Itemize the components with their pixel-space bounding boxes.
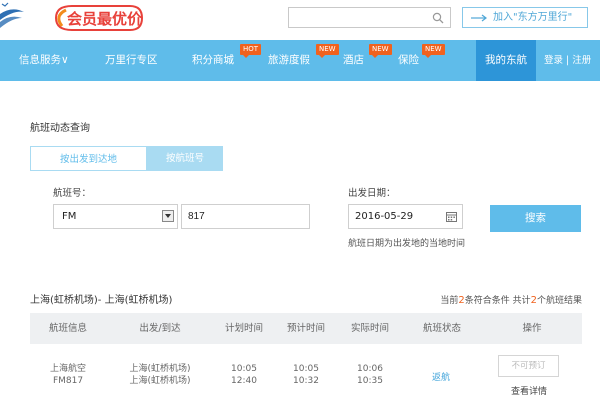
- departure-airport: 上海(虹桥机场): [129, 364, 191, 374]
- nav-item-hotel[interactable]: 酒店: [343, 40, 364, 81]
- summary-prefix: 当前: [440, 296, 459, 306]
- column-header: 预计时间: [286, 323, 325, 334]
- hot-badge: HOT: [240, 44, 262, 58]
- flight-status-link[interactable]: 返航: [432, 370, 450, 383]
- column-header: 航班信息: [48, 323, 87, 334]
- book-unavailable-button[interactable]: 不可预订: [498, 355, 559, 377]
- results-table-header: 航班信息 出发/到达 计划时间 预计时间 实际时间 航班状态 操作: [30, 313, 582, 344]
- departure-date-label: 出发日期：: [348, 188, 396, 199]
- nav-item-points-mall[interactable]: 积分商城: [192, 40, 234, 81]
- result-summary: 当前2条符合条件 共计2个航班结果: [440, 293, 582, 306]
- nav-item-insurance[interactable]: 保险: [398, 40, 419, 81]
- flight-code: FM817: [52, 376, 84, 386]
- member-best-price-logo: 会员最优价: [54, 5, 143, 31]
- arrival-airport: 上海(虹桥机场): [129, 376, 191, 386]
- main-nav: 信息服务∨ 万里行专区 积分商城 HOT 旅游度假 NEW 酒店 NEW 保险 …: [0, 40, 600, 81]
- planned-time-cell: 10:05 12:40: [214, 363, 274, 387]
- nav-item-travel[interactable]: 旅游度假: [268, 40, 310, 81]
- search-icon[interactable]: [432, 12, 444, 24]
- actual-time-cell: 10:06 10:35: [338, 363, 402, 387]
- airline-code-value: FM: [62, 211, 77, 222]
- promo-logo-text: 会员最优价: [67, 10, 143, 28]
- login-link[interactable]: 登录: [544, 55, 563, 66]
- date-hint: 航班日期为出发地的当地时间: [348, 239, 466, 249]
- column-header: 出发/到达: [139, 323, 181, 334]
- airline-name: 上海航空: [49, 364, 86, 374]
- column-header: 航班状态: [422, 323, 461, 334]
- summary-middle: 条符合条件 共计: [464, 296, 531, 306]
- join-program-button[interactable]: 加入"东方万里行": [462, 7, 588, 28]
- header: 会员最优价 加入"东方万里行": [0, 0, 600, 37]
- tab-by-flight-number[interactable]: 按航班号: [147, 146, 223, 171]
- airline-code-select[interactable]: FM: [53, 204, 178, 229]
- calendar-icon[interactable]: [446, 212, 457, 222]
- view-details-link[interactable]: 查看详情: [511, 384, 547, 397]
- nav-my-account[interactable]: 我的东航: [476, 40, 536, 81]
- new-badge: NEW: [316, 44, 339, 58]
- new-badge: NEW: [422, 44, 445, 58]
- page-title: 航班动态查询: [30, 123, 90, 134]
- actual-departure: 10:06: [357, 364, 383, 374]
- arrow-right-icon: [471, 14, 487, 22]
- column-header: 计划时间: [224, 323, 263, 334]
- route-cell: 上海(虹桥机场) 上海(虹桥机场): [106, 363, 214, 387]
- flight-number-label: 航班号：: [53, 188, 92, 199]
- nav-item-info-service[interactable]: 信息服务∨: [19, 40, 69, 81]
- departure-date-value: 2016-05-29: [355, 211, 414, 222]
- register-link[interactable]: 注册: [572, 55, 591, 66]
- site-search[interactable]: [288, 7, 451, 28]
- chevron-down-icon[interactable]: [162, 210, 174, 222]
- actual-arrival: 10:35: [357, 376, 383, 386]
- column-header: 操作: [522, 323, 542, 334]
- summary-suffix: 个航班结果: [536, 296, 582, 306]
- result-route-title: 上海(虹桥机场)- 上海(虹桥机场): [30, 295, 173, 306]
- planned-arrival: 12:40: [231, 376, 257, 386]
- search-input[interactable]: [289, 8, 429, 27]
- estimated-departure: 10:05: [293, 364, 319, 374]
- flight-number-input[interactable]: [181, 204, 310, 229]
- tab-by-route[interactable]: 按出发到达地: [30, 146, 147, 171]
- nav-item-miles-zone[interactable]: 万里行专区: [105, 40, 158, 81]
- column-header: 实际时间: [350, 323, 389, 334]
- join-program-label: 加入"东方万里行": [493, 12, 573, 23]
- departure-date-field[interactable]: 2016-05-29: [348, 204, 463, 229]
- estimated-time-cell: 10:05 10:32: [274, 363, 338, 387]
- auth-links: 登录 | 注册: [544, 40, 591, 81]
- brand-logo-icon[interactable]: [0, 0, 24, 37]
- estimated-arrival: 10:32: [293, 376, 319, 386]
- new-badge: NEW: [369, 44, 392, 58]
- flight-info-cell: 上海航空 FM817: [30, 363, 106, 387]
- auth-divider: |: [566, 55, 570, 66]
- planned-departure: 10:05: [231, 364, 257, 374]
- search-button[interactable]: 搜索: [490, 205, 581, 232]
